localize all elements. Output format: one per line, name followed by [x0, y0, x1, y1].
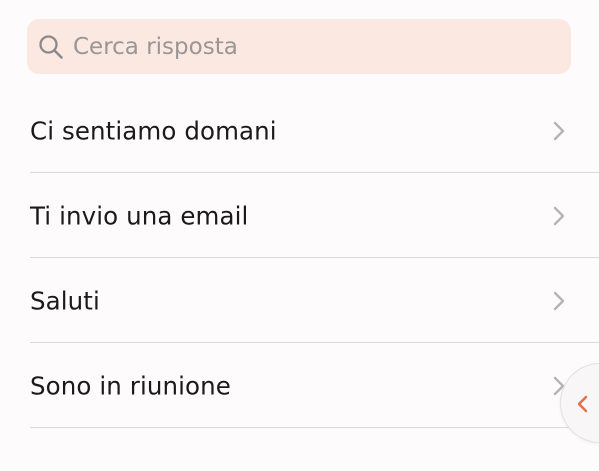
list-item[interactable]: Ti invio una email: [0, 173, 599, 258]
chevron-right-icon: [550, 289, 568, 313]
list-item[interactable]: Saluti: [0, 258, 599, 343]
search-bar[interactable]: [27, 19, 571, 74]
quick-replies-screen: Ci sentiamo domani Ti invio una email Sa…: [0, 0, 599, 471]
chevron-left-icon: [572, 392, 592, 416]
chevron-right-icon: [550, 204, 568, 228]
list-item[interactable]: Ci sentiamo domani: [0, 88, 599, 173]
reply-label: Ci sentiamo domani: [30, 116, 277, 145]
reply-label: Sono in riunione: [30, 371, 231, 400]
list-item[interactable]: Sono in riunione: [0, 343, 599, 428]
chevron-right-icon: [550, 119, 568, 143]
reply-label: Ti invio una email: [30, 201, 249, 230]
reply-label: Saluti: [30, 286, 100, 315]
search-icon: [37, 33, 65, 61]
search-input[interactable]: [73, 19, 571, 74]
reply-list: Ci sentiamo domani Ti invio una email Sa…: [0, 88, 599, 428]
